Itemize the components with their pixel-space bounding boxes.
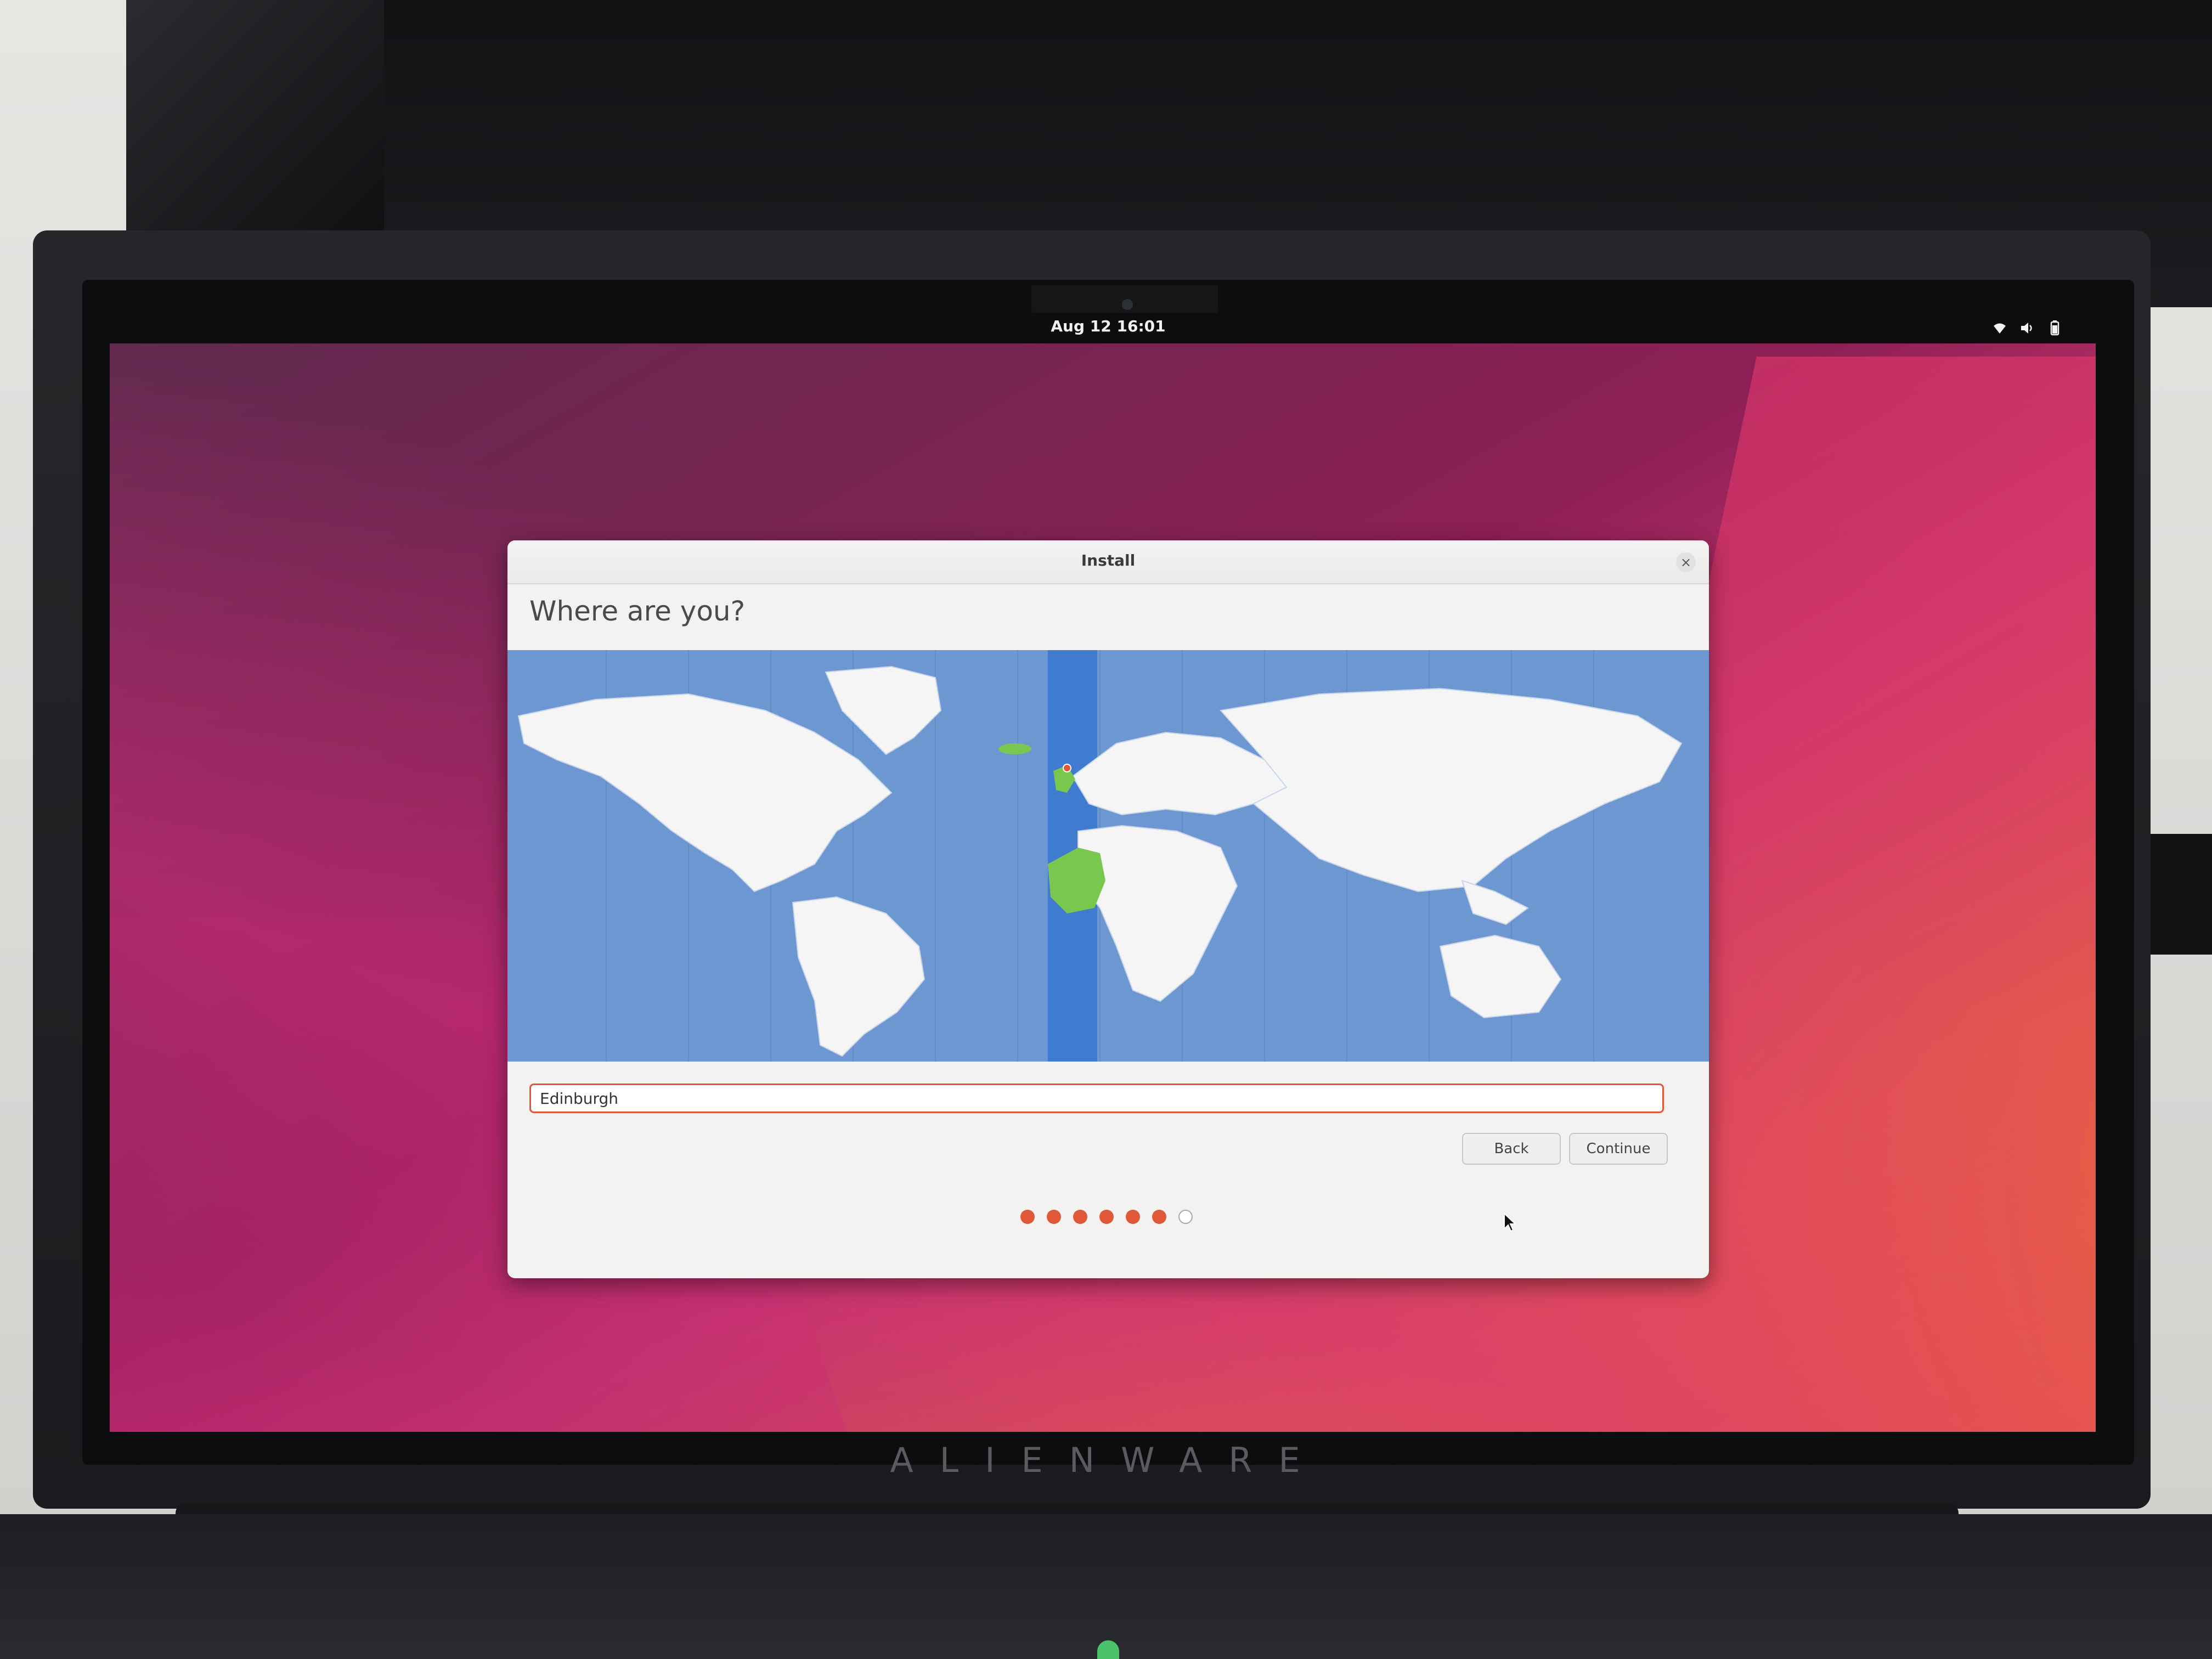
progress-dot-complete bbox=[1099, 1210, 1114, 1224]
wifi-icon[interactable] bbox=[1991, 320, 2008, 336]
location-pin-icon bbox=[1063, 764, 1071, 772]
world-map[interactable] bbox=[507, 650, 1709, 1062]
system-tray[interactable] bbox=[1991, 318, 2063, 338]
indonesia bbox=[1461, 879, 1529, 926]
continue-button[interactable]: Continue bbox=[1569, 1133, 1668, 1165]
volume-icon[interactable] bbox=[2019, 320, 2035, 336]
install-window: Install × Where are you? Edinburgh Back … bbox=[507, 540, 1709, 1278]
location-input[interactable] bbox=[529, 1084, 1664, 1113]
laptop-brand-logo: ALIENWARE bbox=[890, 1440, 1327, 1480]
close-icon[interactable]: × bbox=[1676, 552, 1696, 572]
window-titlebar[interactable]: Install × bbox=[507, 540, 1709, 584]
desktop-screen: Aug 12 16:01 Install × Where are you? Ed… bbox=[110, 313, 2096, 1432]
battery-icon[interactable] bbox=[2046, 320, 2063, 336]
progress-dot-complete bbox=[1152, 1210, 1166, 1224]
progress-dot-complete bbox=[1047, 1210, 1061, 1224]
progress-dot-pending bbox=[1178, 1210, 1193, 1224]
page-title: Where are you? bbox=[529, 595, 746, 627]
progress-dot-complete bbox=[1073, 1210, 1087, 1224]
progress-dot-complete bbox=[1020, 1210, 1035, 1224]
north-america bbox=[517, 693, 893, 893]
australia bbox=[1439, 934, 1562, 1019]
greenland bbox=[825, 665, 942, 755]
selected-region bbox=[998, 743, 1031, 754]
background-monitor-edge bbox=[126, 0, 384, 236]
africa bbox=[1077, 825, 1238, 1002]
installer-progress-dots bbox=[1020, 1210, 1193, 1224]
progress-dot-complete bbox=[1126, 1210, 1140, 1224]
laptop-base bbox=[0, 1514, 2212, 1659]
top-bar: Aug 12 16:01 bbox=[110, 313, 2096, 343]
asia bbox=[1220, 687, 1683, 893]
back-button[interactable]: Back bbox=[1462, 1133, 1561, 1165]
webcam-icon bbox=[1122, 299, 1133, 310]
south-america bbox=[792, 896, 926, 1057]
timezone-map[interactable] bbox=[507, 650, 1709, 1062]
clock[interactable]: Aug 12 16:01 bbox=[1020, 317, 1196, 335]
window-title: Install bbox=[1081, 551, 1136, 569]
power-led-icon bbox=[1097, 1640, 1119, 1659]
